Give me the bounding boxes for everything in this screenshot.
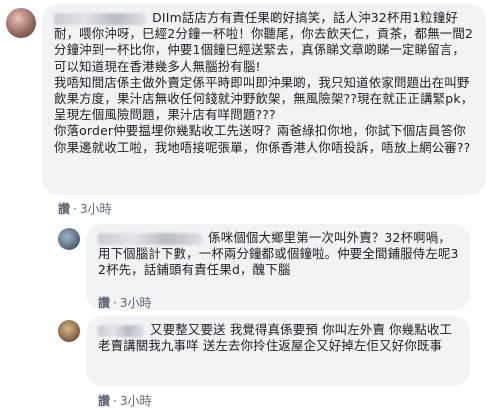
comment-bubble: DIIm話店方有責任果啲好搞笑，話人沖32杯用1粒鐘好耐，喂你沖呀，巳經2分鐘一… <box>42 4 486 195</box>
reply-name-redacted[interactable] <box>98 232 202 245</box>
like-link[interactable]: 讚 <box>58 202 70 216</box>
commenter-avatar[interactable] <box>6 8 36 38</box>
separator-dot: · <box>113 296 117 310</box>
comment-text: DIIm話店方有責任果啲好搞笑，話人沖32杯用1粒鐘好耐，喂你沖呀，巳經2分鐘一… <box>54 10 474 155</box>
comment-actions: 讚 · 3小時 <box>58 200 111 217</box>
like-link[interactable]: 讚 <box>98 394 110 408</box>
reply-avatar[interactable] <box>58 320 80 342</box>
reply-timestamp[interactable]: 3小時 <box>120 296 152 310</box>
reply-text: 又要整又要送 我覺得真係要預 你叫左外賣 你幾點收工老賣講關我九事咩 送左去你拎… <box>98 322 453 354</box>
reply-actions: 讚 · 3小時 <box>98 392 151 409</box>
reply-bubble: 又要整又要送 我覺得真係要預 你叫左外賣 你幾點收工老賣講關我九事咩 送左去你拎… <box>86 316 470 386</box>
separator-dot: · <box>73 202 77 216</box>
reply-name-redacted[interactable] <box>98 324 144 337</box>
comment-timestamp[interactable]: 3小時 <box>80 202 112 216</box>
like-link[interactable]: 讚 <box>98 296 110 310</box>
commenter-name-redacted[interactable] <box>54 12 146 25</box>
separator-dot: · <box>113 394 117 408</box>
reply-actions: 讚 · 3小時 <box>98 294 151 311</box>
reply-avatar[interactable] <box>58 228 80 250</box>
reply-timestamp[interactable]: 3小時 <box>120 394 152 408</box>
